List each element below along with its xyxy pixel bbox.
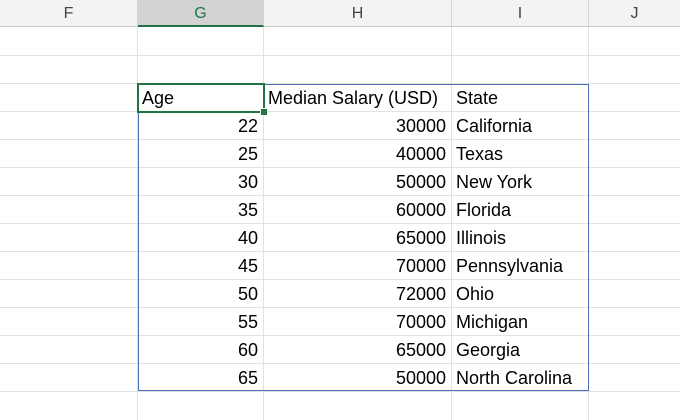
column-header-h[interactable]: H <box>264 0 452 27</box>
state-cell[interactable]: Texas <box>452 140 588 168</box>
state-cell[interactable]: Florida <box>452 196 588 224</box>
age-cell[interactable]: 40 <box>138 224 263 252</box>
salary-cell[interactable]: 72000 <box>264 280 451 308</box>
age-cell[interactable]: 22 <box>138 112 263 140</box>
state-cell[interactable]: Michigan <box>452 308 588 336</box>
salary-cell[interactable]: 50000 <box>264 364 451 392</box>
age-cell[interactable]: 55 <box>138 308 263 336</box>
column-header-i[interactable]: I <box>452 0 589 27</box>
age-cell[interactable]: 45 <box>138 252 263 280</box>
age-cell[interactable]: 30 <box>138 168 263 196</box>
salary-cell[interactable]: 60000 <box>264 196 451 224</box>
header-cell-state[interactable]: State <box>452 84 588 112</box>
gridline <box>0 55 680 56</box>
state-cell[interactable]: North Carolina <box>452 364 588 392</box>
salary-cell[interactable]: 30000 <box>264 112 451 140</box>
column-header-j[interactable]: J <box>589 0 680 27</box>
salary-cell[interactable]: 65000 <box>264 336 451 364</box>
state-cell[interactable]: Ohio <box>452 280 588 308</box>
state-cell[interactable]: Georgia <box>452 336 588 364</box>
state-cell[interactable]: New York <box>452 168 588 196</box>
header-cell-median-salary[interactable]: Median Salary (USD) <box>264 84 451 112</box>
column-header-g[interactable]: G <box>138 0 264 27</box>
salary-cell[interactable]: 40000 <box>264 140 451 168</box>
state-cell[interactable]: California <box>452 112 588 140</box>
age-cell[interactable]: 35 <box>138 196 263 224</box>
salary-cell[interactable]: 50000 <box>264 168 451 196</box>
header-cell-age[interactable]: Age <box>138 84 263 112</box>
age-cell[interactable]: 60 <box>138 336 263 364</box>
column-header-f[interactable]: F <box>0 0 138 27</box>
age-cell[interactable]: 65 <box>138 364 263 392</box>
age-cell[interactable]: 25 <box>138 140 263 168</box>
fill-handle[interactable] <box>260 108 268 116</box>
spreadsheet-grid[interactable]: F G H I J Age Median Salary (USD) State … <box>0 0 680 420</box>
state-cell[interactable]: Illinois <box>452 224 588 252</box>
salary-cell[interactable]: 70000 <box>264 308 451 336</box>
age-cell[interactable]: 50 <box>138 280 263 308</box>
state-cell[interactable]: Pennsylvania <box>452 252 588 280</box>
salary-cell[interactable]: 65000 <box>264 224 451 252</box>
salary-cell[interactable]: 70000 <box>264 252 451 280</box>
